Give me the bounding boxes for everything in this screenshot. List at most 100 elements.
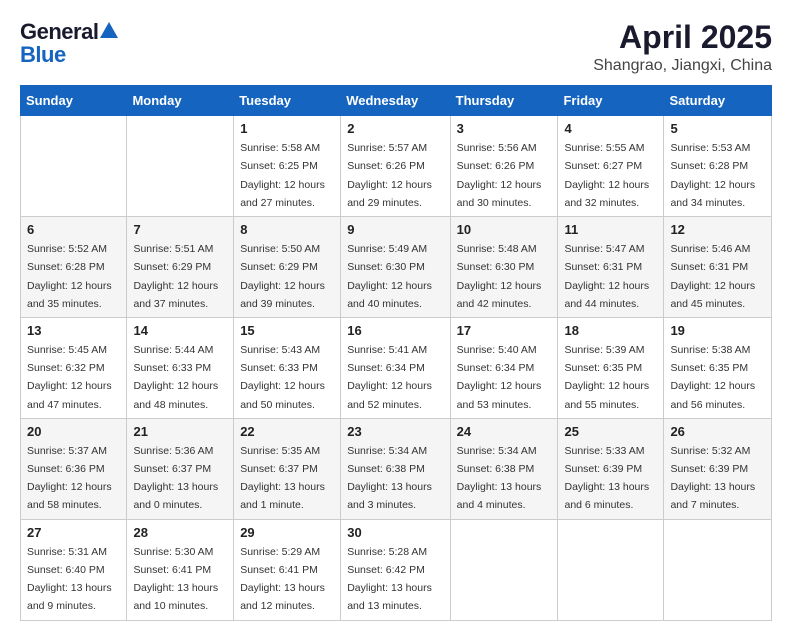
day-cell: 17Sunrise: 5:40 AM Sunset: 6:34 PM Dayli… (450, 317, 558, 418)
header-row: SundayMondayTuesdayWednesdayThursdayFrid… (21, 86, 772, 116)
day-info: Sunrise: 5:48 AM Sunset: 6:30 PM Dayligh… (457, 243, 542, 310)
day-info: Sunrise: 5:53 AM Sunset: 6:28 PM Dayligh… (670, 142, 755, 209)
day-info: Sunrise: 5:36 AM Sunset: 6:37 PM Dayligh… (133, 445, 218, 512)
location-title: Shangrao, Jiangxi, China (593, 57, 772, 75)
day-cell (127, 116, 234, 217)
day-cell: 28 Sunrise: 5:30 AM Sunset: 6:41 PM Dayli… (127, 519, 234, 620)
day-cell: 25 Sunrise: 5:33 AM Sunset: 6:39 PM Dayli… (558, 418, 664, 519)
day-cell: 8 Sunrise: 5:50 AM Sunset: 6:29 PM Daylig… (234, 217, 341, 318)
day-info: Sunrise: 5:57 AM Sunset: 6:26 PM Dayligh… (347, 142, 432, 209)
day-cell: 5Sunrise: 5:53 AM Sunset: 6:28 PM Daylig… (664, 116, 772, 217)
day-number: 29 (240, 525, 334, 540)
day-number: 16 (347, 323, 443, 338)
day-info: Sunrise: 5:28 AM Sunset: 6:42 PM Dayligh… (347, 546, 432, 613)
day-info: Sunrise: 5:58 AM Sunset: 6:25 PM Dayligh… (240, 142, 325, 209)
day-number: 6 (27, 222, 120, 237)
day-info: Sunrise: 5:49 AM Sunset: 6:30 PM Dayligh… (347, 243, 432, 310)
day-info: Sunrise: 5:44 AM Sunset: 6:33 PM Dayligh… (133, 344, 218, 411)
day-number: 3 (457, 121, 552, 136)
day-cell: 6 Sunrise: 5:52 AM Sunset: 6:28 PM Daylig… (21, 217, 127, 318)
day-info: Sunrise: 5:29 AM Sunset: 6:41 PM Dayligh… (240, 546, 325, 613)
day-number: 10 (457, 222, 552, 237)
day-cell: 10 Sunrise: 5:48 AM Sunset: 6:30 PM Dayli… (450, 217, 558, 318)
day-cell: 24 Sunrise: 5:34 AM Sunset: 6:38 PM Dayli… (450, 418, 558, 519)
week-row-2: 6 Sunrise: 5:52 AM Sunset: 6:28 PM Daylig… (21, 217, 772, 318)
day-cell: 7 Sunrise: 5:51 AM Sunset: 6:29 PM Daylig… (127, 217, 234, 318)
week-row-5: 27 Sunrise: 5:31 AM Sunset: 6:40 PM Dayli… (21, 519, 772, 620)
day-cell: 3 Sunrise: 5:56 AM Sunset: 6:26 PM Daylig… (450, 116, 558, 217)
day-cell: 11 Sunrise: 5:47 AM Sunset: 6:31 PM Dayli… (558, 217, 664, 318)
day-cell: 22 Sunrise: 5:35 AM Sunset: 6:37 PM Dayli… (234, 418, 341, 519)
day-cell: 18 Sunrise: 5:39 AM Sunset: 6:35 PM Dayli… (558, 317, 664, 418)
day-number: 25 (564, 424, 657, 439)
logo-icon (100, 21, 118, 39)
header-tuesday: Tuesday (234, 86, 341, 116)
day-cell: 13 Sunrise: 5:45 AM Sunset: 6:32 PM Dayli… (21, 317, 127, 418)
day-info: Sunrise: 5:32 AM Sunset: 6:39 PM Dayligh… (670, 445, 755, 512)
day-info: Sunrise: 5:35 AM Sunset: 6:37 PM Dayligh… (240, 445, 325, 512)
day-number: 2 (347, 121, 443, 136)
day-info: Sunrise: 5:51 AM Sunset: 6:29 PM Dayligh… (133, 243, 218, 310)
day-info: Sunrise: 5:43 AM Sunset: 6:33 PM Dayligh… (240, 344, 325, 411)
day-cell: 19Sunrise: 5:38 AM Sunset: 6:35 PM Dayli… (664, 317, 772, 418)
day-number: 24 (457, 424, 552, 439)
logo: General Blue (20, 20, 118, 66)
header-friday: Friday (558, 86, 664, 116)
day-number: 22 (240, 424, 334, 439)
day-number: 30 (347, 525, 443, 540)
logo-blue-text: Blue (20, 44, 118, 66)
day-cell: 2 Sunrise: 5:57 AM Sunset: 6:26 PM Daylig… (341, 116, 450, 217)
day-info: Sunrise: 5:38 AM Sunset: 6:35 PM Dayligh… (670, 344, 755, 411)
day-cell: 15Sunrise: 5:43 AM Sunset: 6:33 PM Dayli… (234, 317, 341, 418)
header-saturday: Saturday (664, 86, 772, 116)
day-info: Sunrise: 5:37 AM Sunset: 6:36 PM Dayligh… (27, 445, 112, 512)
day-number: 1 (240, 121, 334, 136)
header-wednesday: Wednesday (341, 86, 450, 116)
day-number: 8 (240, 222, 334, 237)
day-number: 14 (133, 323, 227, 338)
day-info: Sunrise: 5:52 AM Sunset: 6:28 PM Dayligh… (27, 243, 112, 310)
day-info: Sunrise: 5:39 AM Sunset: 6:35 PM Dayligh… (564, 344, 649, 411)
day-cell: 20 Sunrise: 5:37 AM Sunset: 6:36 PM Dayli… (21, 418, 127, 519)
day-info: Sunrise: 5:31 AM Sunset: 6:40 PM Dayligh… (27, 546, 112, 613)
day-cell: 30 Sunrise: 5:28 AM Sunset: 6:42 PM Dayli… (341, 519, 450, 620)
day-cell (664, 519, 772, 620)
day-number: 20 (27, 424, 120, 439)
header-thursday: Thursday (450, 86, 558, 116)
day-info: Sunrise: 5:56 AM Sunset: 6:26 PM Dayligh… (457, 142, 542, 209)
header: General Blue April 2025 Shangrao, Jiangx… (20, 20, 772, 75)
day-info: Sunrise: 5:34 AM Sunset: 6:38 PM Dayligh… (347, 445, 432, 512)
day-number: 23 (347, 424, 443, 439)
day-cell (450, 519, 558, 620)
day-info: Sunrise: 5:34 AM Sunset: 6:38 PM Dayligh… (457, 445, 542, 512)
day-info: Sunrise: 5:41 AM Sunset: 6:34 PM Dayligh… (347, 344, 432, 411)
day-cell: 9 Sunrise: 5:49 AM Sunset: 6:30 PM Daylig… (341, 217, 450, 318)
day-number: 18 (564, 323, 657, 338)
day-number: 21 (133, 424, 227, 439)
day-cell: 16 Sunrise: 5:41 AM Sunset: 6:34 PM Dayli… (341, 317, 450, 418)
day-info: Sunrise: 5:50 AM Sunset: 6:29 PM Dayligh… (240, 243, 325, 310)
day-number: 28 (133, 525, 227, 540)
week-row-1: 1 Sunrise: 5:58 AM Sunset: 6:25 PM Daylig… (21, 116, 772, 217)
day-number: 13 (27, 323, 120, 338)
day-number: 11 (564, 222, 657, 237)
day-cell: 29 Sunrise: 5:29 AM Sunset: 6:41 PM Dayli… (234, 519, 341, 620)
calendar-table: SundayMondayTuesdayWednesdayThursdayFrid… (20, 85, 772, 620)
day-cell: 21 Sunrise: 5:36 AM Sunset: 6:37 PM Dayli… (127, 418, 234, 519)
day-cell: 26 Sunrise: 5:32 AM Sunset: 6:39 PM Dayli… (664, 418, 772, 519)
week-row-4: 20 Sunrise: 5:37 AM Sunset: 6:36 PM Dayli… (21, 418, 772, 519)
title-area: April 2025 Shangrao, Jiangxi, China (593, 20, 772, 75)
day-number: 9 (347, 222, 443, 237)
day-number: 27 (27, 525, 120, 540)
day-number: 26 (670, 424, 765, 439)
day-info: Sunrise: 5:45 AM Sunset: 6:32 PM Dayligh… (27, 344, 112, 411)
day-info: Sunrise: 5:30 AM Sunset: 6:41 PM Dayligh… (133, 546, 218, 613)
month-title: April 2025 (593, 20, 772, 55)
day-info: Sunrise: 5:33 AM Sunset: 6:39 PM Dayligh… (564, 445, 649, 512)
day-cell: 4Sunrise: 5:55 AM Sunset: 6:27 PM Daylig… (558, 116, 664, 217)
day-info: Sunrise: 5:46 AM Sunset: 6:31 PM Dayligh… (670, 243, 755, 310)
day-cell: 23 Sunrise: 5:34 AM Sunset: 6:38 PM Dayli… (341, 418, 450, 519)
day-info: Sunrise: 5:47 AM Sunset: 6:31 PM Dayligh… (564, 243, 649, 310)
day-cell: 12Sunrise: 5:46 AM Sunset: 6:31 PM Dayli… (664, 217, 772, 318)
day-number: 7 (133, 222, 227, 237)
